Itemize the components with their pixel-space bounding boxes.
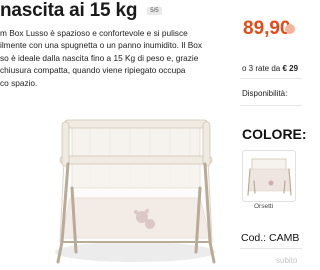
availability-label: Disponibilità:	[242, 89, 288, 98]
divider	[240, 105, 302, 106]
product-title-row: nascita ai 15 kg 5/5	[0, 0, 162, 22]
divider	[240, 248, 302, 249]
currency-symbol	[285, 24, 295, 34]
product-description: m Box Lusso è spazioso e confortevole e …	[0, 27, 228, 89]
description-line: ilmente con una spugnetta o un panno inu…	[0, 40, 203, 51]
product-image	[55, 119, 216, 264]
color-swatch-orsetti[interactable]	[242, 150, 296, 202]
installments-amount: € 29	[282, 64, 299, 73]
divider	[240, 78, 302, 79]
installments-prefix: o 3 rate da	[242, 64, 283, 73]
product-title: nascita ai 15 kg	[0, 0, 138, 21]
purchase-panel: 89,90 o 3 rate da € 29 Disponibilità: CO…	[240, 0, 307, 270]
price: 89,90	[243, 18, 291, 39]
description-line: chiusura compatta, quando viene ripiegat…	[0, 65, 186, 76]
watermark: subito	[276, 256, 298, 265]
installments-text: o 3 rate da € 29	[242, 64, 298, 73]
color-heading: COLORE:	[242, 126, 307, 142]
product-code: Cod.: CAMB	[241, 232, 300, 244]
description-line: so è ideale dalla nascita fino a 15 Kg d…	[0, 52, 199, 63]
playpen-thumbnail-icon	[247, 158, 292, 196]
description-line: m Box Lusso è spazioso e confortevole e …	[0, 28, 188, 38]
image-counter-badge: 5/5	[147, 7, 162, 15]
description-line: co spazio.	[0, 77, 38, 88]
color-option-label: Orsetti	[254, 203, 274, 210]
